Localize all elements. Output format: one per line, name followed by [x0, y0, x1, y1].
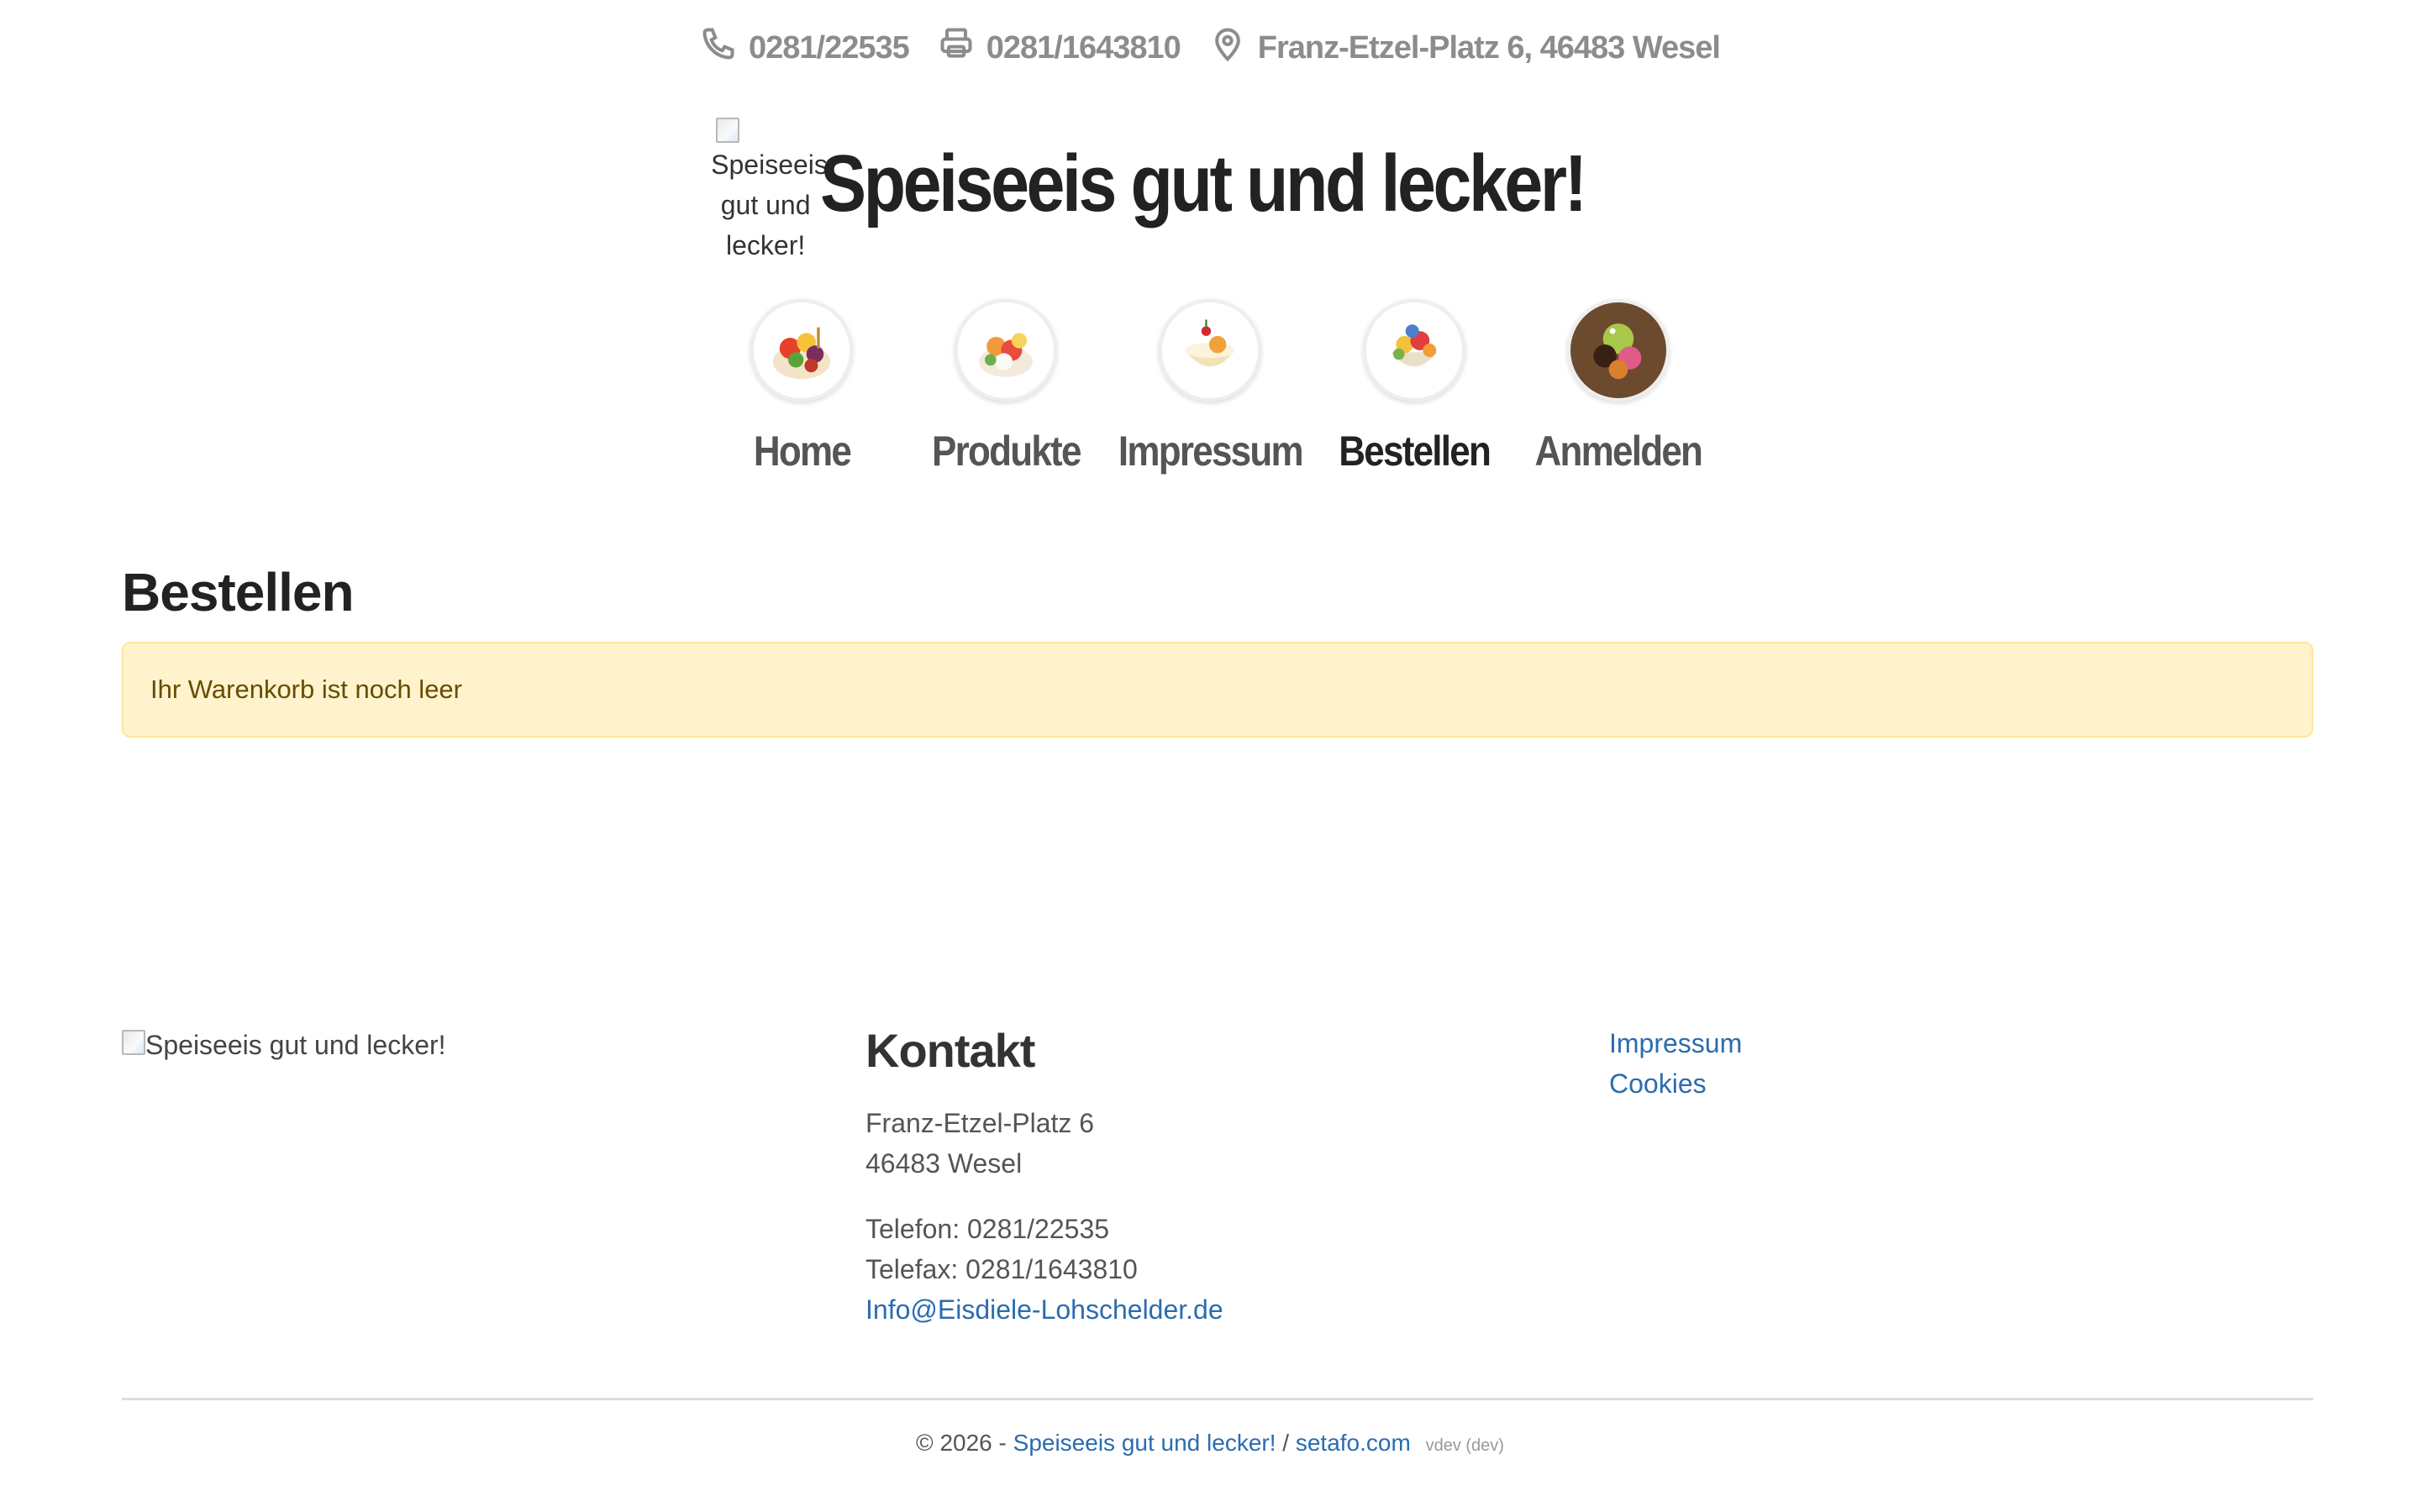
footer-link-cookies[interactable]: Cookies	[1609, 1063, 1742, 1104]
main-nav: Home Produkte Impressum Bestellen Anmeld…	[0, 299, 2420, 475]
printer-icon	[938, 25, 975, 71]
nav-label: Home	[753, 428, 851, 475]
nav-item-home[interactable]: Home	[700, 299, 904, 475]
nav-label: Produkte	[931, 428, 1081, 475]
cup-dessert-thumbnail-icon	[1159, 299, 1261, 402]
broken-image-icon	[716, 118, 740, 143]
nav-item-produkte[interactable]: Produkte	[904, 299, 1108, 475]
contact-street: Franz-Etzel-Platz 6	[865, 1108, 1095, 1138]
fruit-cup-thumbnail-icon	[1363, 299, 1465, 402]
footer-logo-alt: Speiseeis gut und lecker!	[145, 1030, 446, 1060]
contact-details: Telefon: 0281/22535 Telefax: 0281/164381…	[865, 1209, 1223, 1330]
phone-item[interactable]: 0281/22535	[700, 25, 910, 71]
contact-phone: Telefon: 0281/22535	[865, 1214, 1110, 1244]
nav-label: Bestellen	[1339, 428, 1491, 475]
nav-label: Anmelden	[1534, 428, 1703, 475]
footer-divider	[122, 1398, 2313, 1400]
phone-icon	[700, 25, 737, 71]
broken-image-icon	[122, 1030, 145, 1055]
copyright-prefix: © 2026 -	[916, 1430, 1007, 1456]
brand-logo-image[interactable]: Speiseeis gut und lecker!	[711, 116, 828, 267]
empty-cart-alert: Ihr Warenkorb ist noch leer	[122, 642, 2313, 738]
footer-contact-column: Kontakt Franz-Etzel-Platz 6 46483 Wesel …	[865, 1023, 1223, 1355]
cart-message: Ihr Warenkorb ist noch leer	[150, 675, 463, 704]
page-title: Bestellen	[122, 562, 355, 622]
contact-heading: Kontakt	[865, 1024, 1035, 1077]
nav-item-anmelden[interactable]: Anmelden	[1517, 299, 1721, 475]
copyright-separator: /	[1282, 1430, 1290, 1456]
address-text: Franz-Etzel-Platz 6, 46483 Wesel	[1257, 29, 1721, 66]
ice-cream-scoops-thumbnail-icon	[1567, 299, 1670, 402]
copyright-bar: © 2026 - Speiseeis gut und lecker! / set…	[0, 1430, 2420, 1457]
copyright-vendor-link[interactable]: setafo.com	[1296, 1430, 1411, 1456]
sundae-thumbnail-icon	[750, 299, 853, 402]
main-content: Bestellen Ihr Warenkorb ist noch leer	[122, 561, 2313, 738]
contact-bar: 0281/22535 0281/1643810 Franz-Etzel-Plat…	[0, 25, 2420, 71]
version-label: vdev (dev)	[1425, 1436, 1504, 1455]
phone-number: 0281/22535	[748, 29, 910, 66]
footer-links-column: Impressum Cookies	[1609, 1023, 1742, 1104]
fax-number: 0281/1643810	[986, 29, 1181, 66]
site-title[interactable]: Speiseeis gut und lecker!	[820, 138, 1587, 230]
brand-header: Speiseeis gut und lecker! Speiseeis gut …	[0, 116, 2420, 267]
footer-logo-column: Speiseeis gut und lecker!	[122, 1023, 446, 1067]
brand-logo-alt: Speiseeis gut und lecker!	[711, 150, 828, 260]
nav-label: Impressum	[1118, 428, 1304, 475]
address-item: Franz-Etzel-Platz 6, 46483 Wesel	[1209, 25, 1721, 71]
nav-item-bestellen[interactable]: Bestellen	[1313, 299, 1517, 475]
copyright-site-link[interactable]: Speiseeis gut und lecker!	[1013, 1430, 1276, 1456]
contact-fax: Telefax: 0281/1643810	[865, 1254, 1138, 1284]
contact-address: Franz-Etzel-Platz 6 46483 Wesel	[865, 1103, 1223, 1184]
nav-item-impressum[interactable]: Impressum	[1108, 299, 1313, 475]
fax-item: 0281/1643810	[938, 25, 1181, 71]
fruit-sundae-thumbnail-icon	[955, 299, 1057, 402]
contact-email-link[interactable]: Info@Eisdiele-Lohschelder.de	[865, 1294, 1223, 1325]
contact-city: 46483 Wesel	[865, 1148, 1023, 1179]
footer-logo-image: Speiseeis gut und lecker!	[122, 1023, 446, 1067]
footer-link-impressum[interactable]: Impressum	[1609, 1023, 1742, 1063]
location-pin-icon	[1209, 25, 1246, 71]
